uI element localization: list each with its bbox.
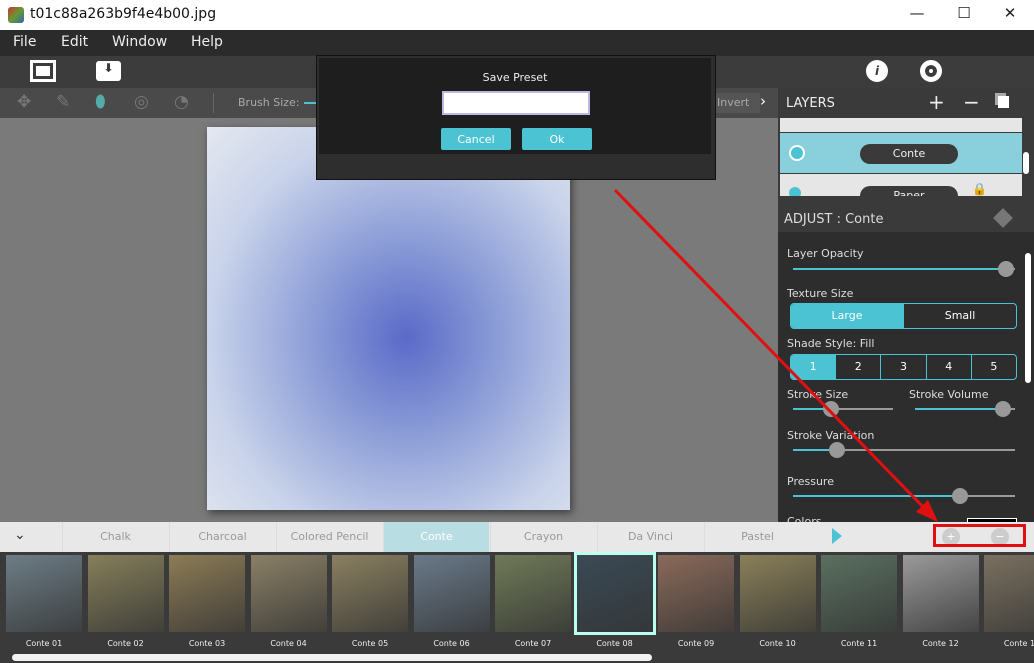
annotation-arrow: [613, 188, 938, 522]
